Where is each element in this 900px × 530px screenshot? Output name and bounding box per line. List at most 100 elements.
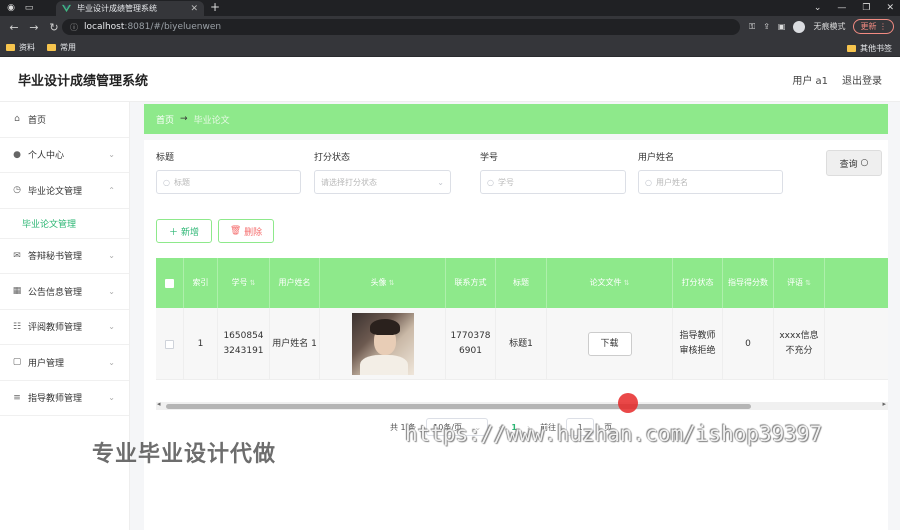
header-label: 指导得分数 (728, 278, 768, 287)
action-buttons: ＋ 新增 🗑 删除 (156, 219, 274, 243)
sidebar-item-label: 首页 (28, 115, 47, 126)
scroll-right-icon[interactable]: ▸ (882, 400, 886, 408)
update-button[interactable]: 更新 ⋮ (853, 19, 894, 34)
sidebar-item-notice[interactable]: ▦ 公告信息管理 ⌄ (0, 274, 129, 310)
select-all-cell (156, 258, 184, 308)
tab-search-icon[interactable]: ⌄ (814, 0, 822, 16)
sidebar-item-users[interactable]: ▢ 用户管理 ⌄ (0, 345, 129, 381)
bookmark-folder-1[interactable]: 资料 (6, 42, 35, 53)
sidebar-item-profile[interactable]: ● 个人中心 ⌄ (0, 138, 129, 173)
sort-icon: ⇅ (388, 279, 395, 287)
logout-link[interactable]: 退出登录 (842, 72, 882, 87)
id-search-field: 学号 ○ 学号 (480, 150, 626, 194)
table-row[interactable]: 1 1650854 3243191 用户姓名 1 1770378 6901 标题… (156, 308, 888, 380)
id-placeholder: 学号 (497, 177, 514, 187)
sidebar-item-thesis[interactable]: ◷ 毕业论文管理 ⌃ (0, 173, 129, 209)
cell-status: 指导教师 审核拒绝 (673, 308, 723, 380)
key-icon[interactable]: ⚿ (749, 22, 755, 32)
search-icon: ○ (645, 177, 652, 187)
sidebar-item-secretary[interactable]: ✉ 答辩秘书管理 ⌄ (0, 239, 129, 274)
scrollbar-thumb[interactable] (166, 404, 751, 409)
col-title[interactable]: 标题 (496, 258, 547, 308)
title-input[interactable]: ○ 标题 (156, 170, 301, 194)
sidebar-subitem-thesis[interactable]: 毕业论文管理 (0, 209, 129, 239)
reload-icon[interactable]: ↻ (44, 21, 64, 34)
breadcrumb-home[interactable]: 首页 (156, 113, 174, 126)
close-window-icon[interactable]: ✕ (886, 0, 894, 16)
tab-close-icon[interactable]: ✕ (190, 4, 198, 14)
col-index[interactable]: 索引 (184, 258, 218, 308)
user-icon: ● (13, 149, 21, 160)
sidepanel-icon[interactable]: ▣ (778, 22, 786, 31)
table-horizontal-scrollbar[interactable]: ◂ ▸ (156, 400, 888, 410)
restore-icon[interactable]: ❐ (862, 0, 870, 16)
other-bookmarks[interactable]: 其他书签 (847, 43, 892, 54)
col-score[interactable]: 指导得分数 (723, 258, 774, 308)
mail-icon: ✉ (13, 250, 21, 261)
header-label: 打分状态 (681, 278, 714, 287)
menu-icon: ≡ (13, 392, 21, 403)
col-status[interactable]: 打分状态 (673, 258, 723, 308)
row-checkbox[interactable] (165, 339, 174, 349)
back-icon[interactable]: ← (4, 21, 24, 34)
sidebar-item-label: 用户管理 (28, 358, 65, 369)
delete-button[interactable]: 🗑 删除 (218, 219, 274, 243)
search-icon: ○ (163, 177, 170, 187)
header-label: 用户姓名 (278, 278, 311, 287)
site-info-icon[interactable]: ⓘ (70, 22, 78, 33)
id-input[interactable]: ○ 学号 (480, 170, 626, 194)
browser-tab-active[interactable]: 毕业设计成绩管理系统 ✕ (56, 1, 204, 16)
col-avatar[interactable]: 头像 ⇅ (320, 258, 446, 308)
new-tab-button[interactable]: + (210, 0, 220, 16)
sort-icon: ⇅ (805, 279, 811, 287)
cell-title: 标题1 (496, 308, 547, 380)
select-all-checkbox[interactable] (165, 278, 174, 288)
thesis-table: 索引 学号 ⇅ 用户姓名 头像 ⇅ 联系方式 标题 论文文件 ⇅ 打分状态 指导得分数… (156, 258, 888, 396)
scroll-left-icon[interactable]: ◂ (157, 400, 161, 408)
share-icon[interactable]: ⇪ (763, 22, 770, 31)
cell-phone: 1770378 6901 (446, 308, 496, 380)
col-file[interactable]: 论文文件 ⇅ (547, 258, 673, 308)
cell-score: 0 (723, 308, 774, 380)
sidebar-item-advisor[interactable]: ≡ 指导教师管理 ⌄ (0, 381, 129, 416)
current-user: 用户 a1 (792, 75, 828, 87)
grid-icon: ▦ (12, 286, 22, 297)
url-input[interactable]: ⓘ localhost :8081/#/biyeluenwen (62, 19, 740, 35)
bookmark-label: 资料 (19, 42, 35, 52)
address-bar-row: ← → ↻ ⓘ localhost :8081/#/biyeluenwen ⚿ … (0, 16, 900, 38)
col-name[interactable]: 用户姓名 (270, 258, 320, 308)
name-input[interactable]: ○ 用户姓名 (638, 170, 783, 194)
add-button[interactable]: ＋ 新增 (156, 219, 212, 243)
app-title: 毕业设计成绩管理系统 (18, 73, 149, 89)
bookmark-folder-2[interactable]: 常用 (47, 42, 76, 53)
delete-label: 删除 (244, 227, 263, 238)
header-label: 索引 (192, 278, 209, 287)
sidebar-item-reviewer[interactable]: ☷ 评阅教师管理 ⌄ (0, 310, 129, 345)
chevron-down-icon: ⌄ (108, 357, 115, 367)
url-path: :8081/#/biyeluenwen (124, 22, 222, 32)
sidebar-item-label: 毕业论文管理 (28, 186, 83, 197)
sidebar-item-home[interactable]: ⌂ 首页 (0, 102, 129, 138)
query-button[interactable]: 查询 ○ (826, 150, 882, 176)
col-student-id[interactable]: 学号 ⇅ (218, 258, 270, 308)
avatar[interactable] (351, 313, 414, 375)
bookmark-label: 常用 (60, 42, 76, 52)
content-panel: 标题 ○ 标题 打分状态 请选择打分状态 ⌄ 学号 ○ 学号 用户姓名 ○ 用户… (144, 140, 888, 530)
home-icon: ⌂ (14, 114, 20, 125)
app-header: 毕业设计成绩管理系统 用户 a1 退出登录 (0, 57, 900, 102)
bookmark-label: 其他书签 (860, 44, 892, 53)
minimize-icon[interactable]: — (837, 0, 846, 16)
url-host: localhost (84, 22, 125, 32)
col-phone[interactable]: 联系方式 (446, 258, 496, 308)
folder-icon (47, 43, 56, 51)
bookmarks-bar: 资料 常用 其他书签 (0, 38, 900, 57)
forward-icon[interactable]: → (24, 21, 44, 34)
chrome-menu-icon[interactable]: ◉ (4, 1, 18, 15)
tab-strip-icon[interactable]: ▭ (22, 1, 36, 15)
download-button[interactable]: 下载 (587, 332, 632, 356)
col-comment[interactable]: 评语 ⇅ (774, 258, 825, 308)
chevron-down-icon: ⌄ (437, 177, 444, 187)
row-select-cell (156, 308, 184, 380)
chevron-up-icon: ⌃ (108, 185, 115, 195)
status-select[interactable]: 请选择打分状态 ⌄ (314, 170, 451, 194)
